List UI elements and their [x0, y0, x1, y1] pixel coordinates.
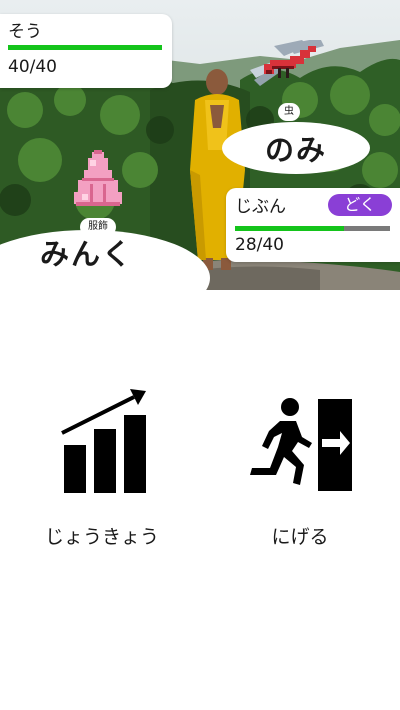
enemy-hp-text: 40/40	[8, 57, 57, 77]
flee-command-label: にげる	[271, 526, 329, 548]
enemy-status-panel: そう 40/40	[0, 14, 172, 88]
player-hp-text: 28/40	[235, 235, 284, 255]
enemy-hp-bar	[8, 45, 162, 50]
enemy-name: そう	[8, 22, 42, 42]
enemy-move-name: のみ	[222, 122, 370, 174]
status-command-label: じょうきょう	[44, 526, 159, 548]
enemy-move-type-tag: 虫	[278, 103, 300, 121]
bar-chart-growth-icon	[61, 389, 146, 493]
poison-status-badge: どく	[328, 194, 392, 216]
player-status-panel: じぶん どく 28/40	[226, 188, 400, 262]
player-move-name: みんく	[40, 237, 134, 271]
battle-scene: そう 40/40 虫 のみ じぶん どく 28/40 服飾 みんく	[0, 0, 400, 290]
player-hp-bar-fill	[235, 226, 344, 231]
dragonfly-sprite	[250, 38, 326, 88]
flee-command-button[interactable]: にげる	[220, 385, 380, 565]
running-exit-icon	[250, 398, 352, 491]
status-command-button[interactable]: じょうきょう	[22, 385, 182, 565]
player-hp-bar-track	[235, 226, 390, 231]
dress-sprite	[70, 150, 126, 208]
